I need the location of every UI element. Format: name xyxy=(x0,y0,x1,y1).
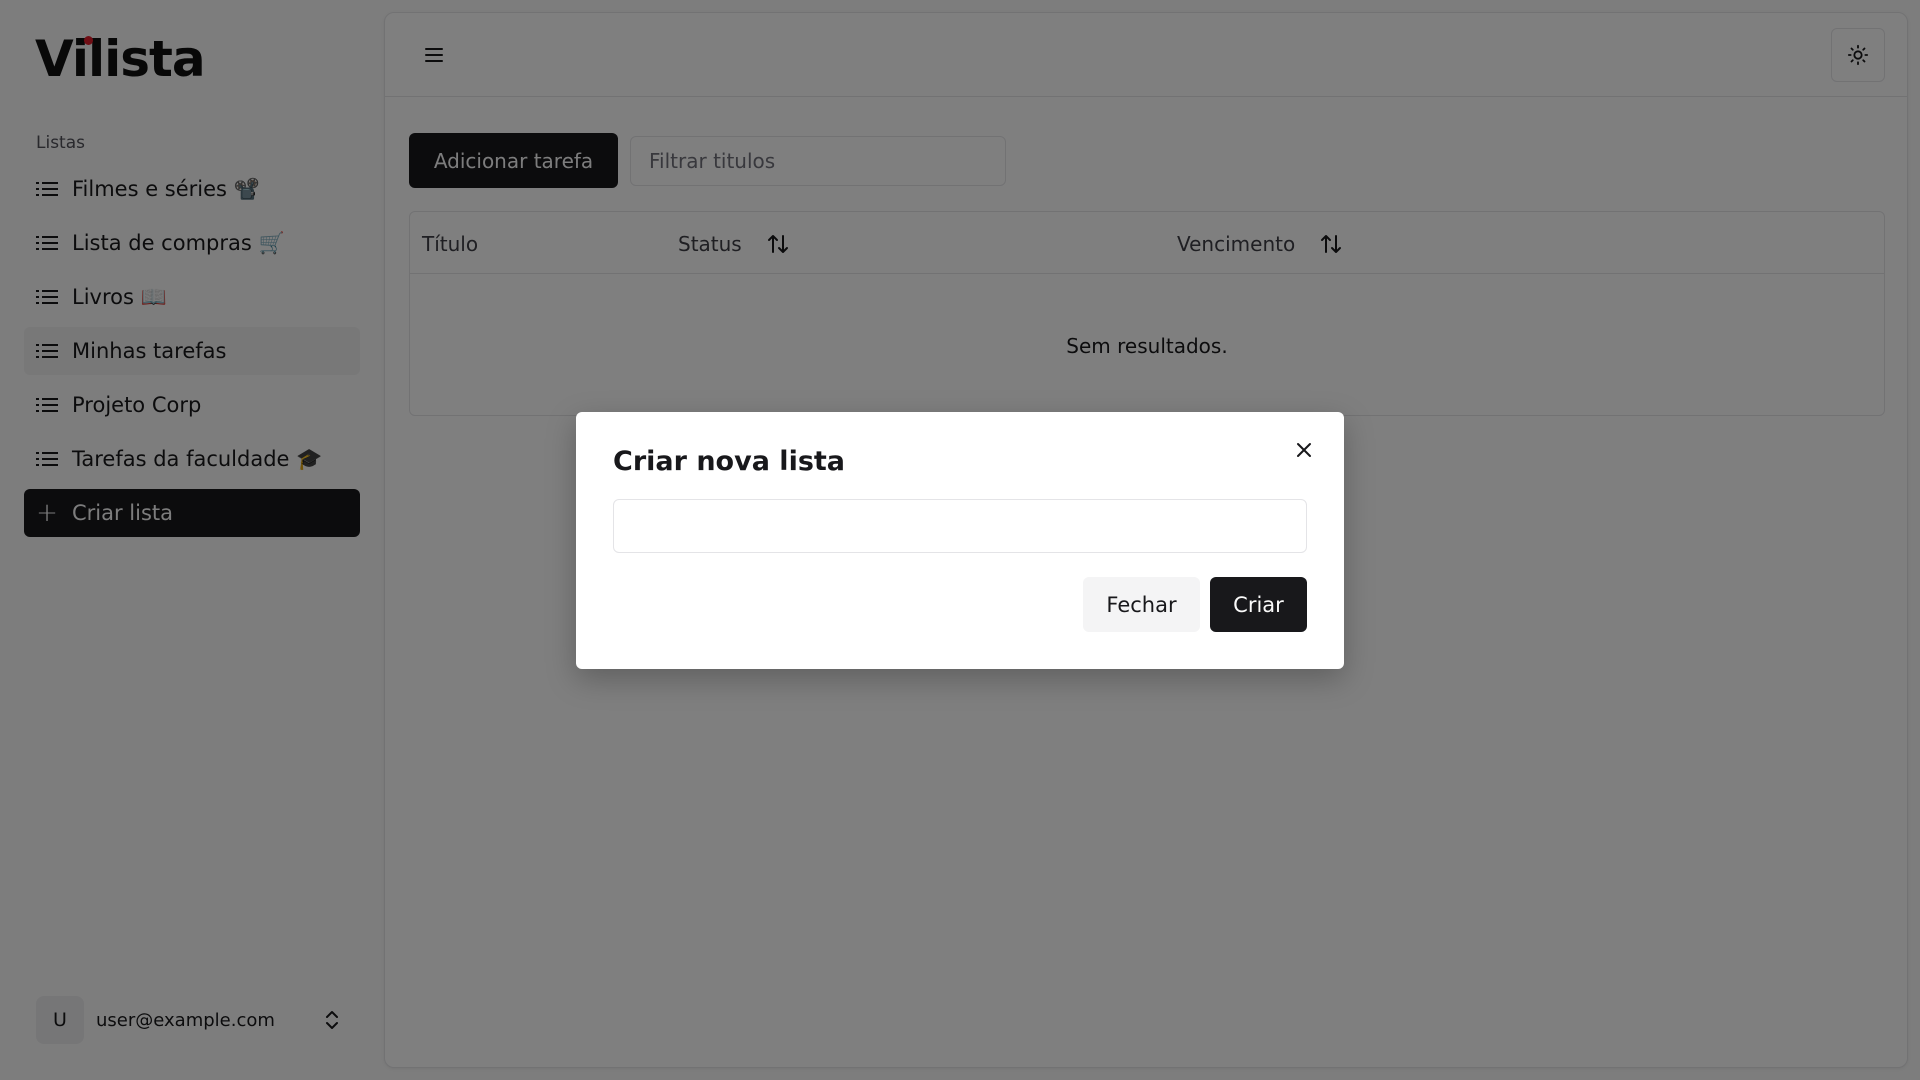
close-icon[interactable] xyxy=(1292,438,1316,462)
close-button[interactable]: Fechar xyxy=(1083,577,1200,632)
list-name-input[interactable] xyxy=(613,499,1307,553)
dialog-title: Criar nova lista xyxy=(613,446,846,477)
create-button[interactable]: Criar xyxy=(1210,577,1307,632)
create-list-dialog: Criar nova lista Fechar Criar xyxy=(576,412,1344,669)
